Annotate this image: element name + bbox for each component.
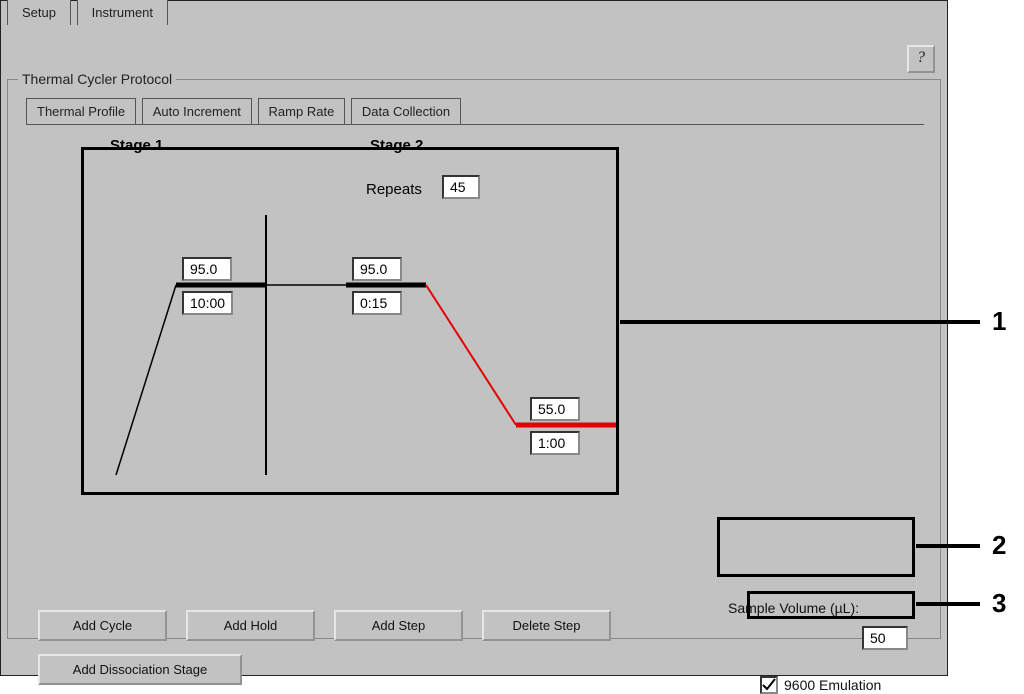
add-cycle-button[interactable]: Add Cycle	[38, 610, 167, 641]
stage1-temp-input[interactable]: 95.0	[182, 257, 232, 281]
leader-2	[916, 544, 980, 548]
annotation-3: 3	[992, 588, 1006, 619]
sample-volume-input[interactable]: 50	[862, 626, 908, 650]
stage2-label: Stage 2	[370, 137, 423, 154]
sample-volume-group: Sample Volume (µL): 50	[728, 600, 918, 654]
delete-step-button[interactable]: Delete Step	[482, 610, 611, 641]
stage2a-time-input[interactable]: 0:15	[352, 291, 402, 315]
annotation-1: 1	[992, 306, 1006, 337]
add-hold-button[interactable]: Add Hold	[186, 610, 315, 641]
sample-volume-label: Sample Volume (µL):	[728, 600, 859, 616]
instrument-panel: Setup Instrument ? Thermal Cycler Protoc…	[0, 0, 948, 676]
group-title: Thermal Cycler Protocol	[18, 71, 176, 87]
sub-tabs: Thermal Profile Auto Increment Ramp Rate…	[26, 98, 463, 124]
add-step-button[interactable]: Add Step	[334, 610, 463, 641]
tab-setup[interactable]: Setup	[7, 0, 71, 25]
tab-data-collection[interactable]: Data Collection	[351, 98, 461, 124]
repeats-label: Repeats	[366, 181, 422, 198]
emulation-label: 9600 Emulation	[784, 677, 881, 693]
tab-thermal-profile[interactable]: Thermal Profile	[26, 98, 136, 124]
leader-1	[620, 320, 980, 324]
leader-3	[916, 602, 980, 606]
help-button[interactable]: ?	[907, 45, 935, 73]
stage2b-temp-input[interactable]: 55.0	[530, 397, 580, 421]
emulation-group: 9600 Emulation	[760, 676, 881, 694]
tab-instrument[interactable]: Instrument	[77, 0, 168, 25]
add-dissociation-stage-button[interactable]: Add Dissociation Stage	[38, 654, 242, 685]
stage2a-temp-input[interactable]: 95.0	[352, 257, 402, 281]
thermal-profile-area[interactable]: Stage 1 Stage 2 Repeats 45 95.0 10:00 95…	[26, 124, 924, 504]
repeats-input[interactable]: 45	[442, 175, 480, 199]
tab-ramp-rate[interactable]: Ramp Rate	[258, 98, 346, 124]
stage1-time-input[interactable]: 10:00	[182, 291, 233, 315]
emulation-checkbox[interactable]	[760, 676, 778, 694]
thermal-cycler-group: Thermal Cycler Protocol Thermal Profile …	[7, 79, 941, 639]
tab-auto-increment[interactable]: Auto Increment	[142, 98, 252, 124]
stage2b-time-input[interactable]: 1:00	[530, 431, 580, 455]
annotation-2: 2	[992, 530, 1006, 561]
top-tabs: Setup Instrument	[7, 0, 170, 25]
check-icon	[761, 677, 777, 693]
stage1-label: Stage 1	[110, 137, 163, 154]
